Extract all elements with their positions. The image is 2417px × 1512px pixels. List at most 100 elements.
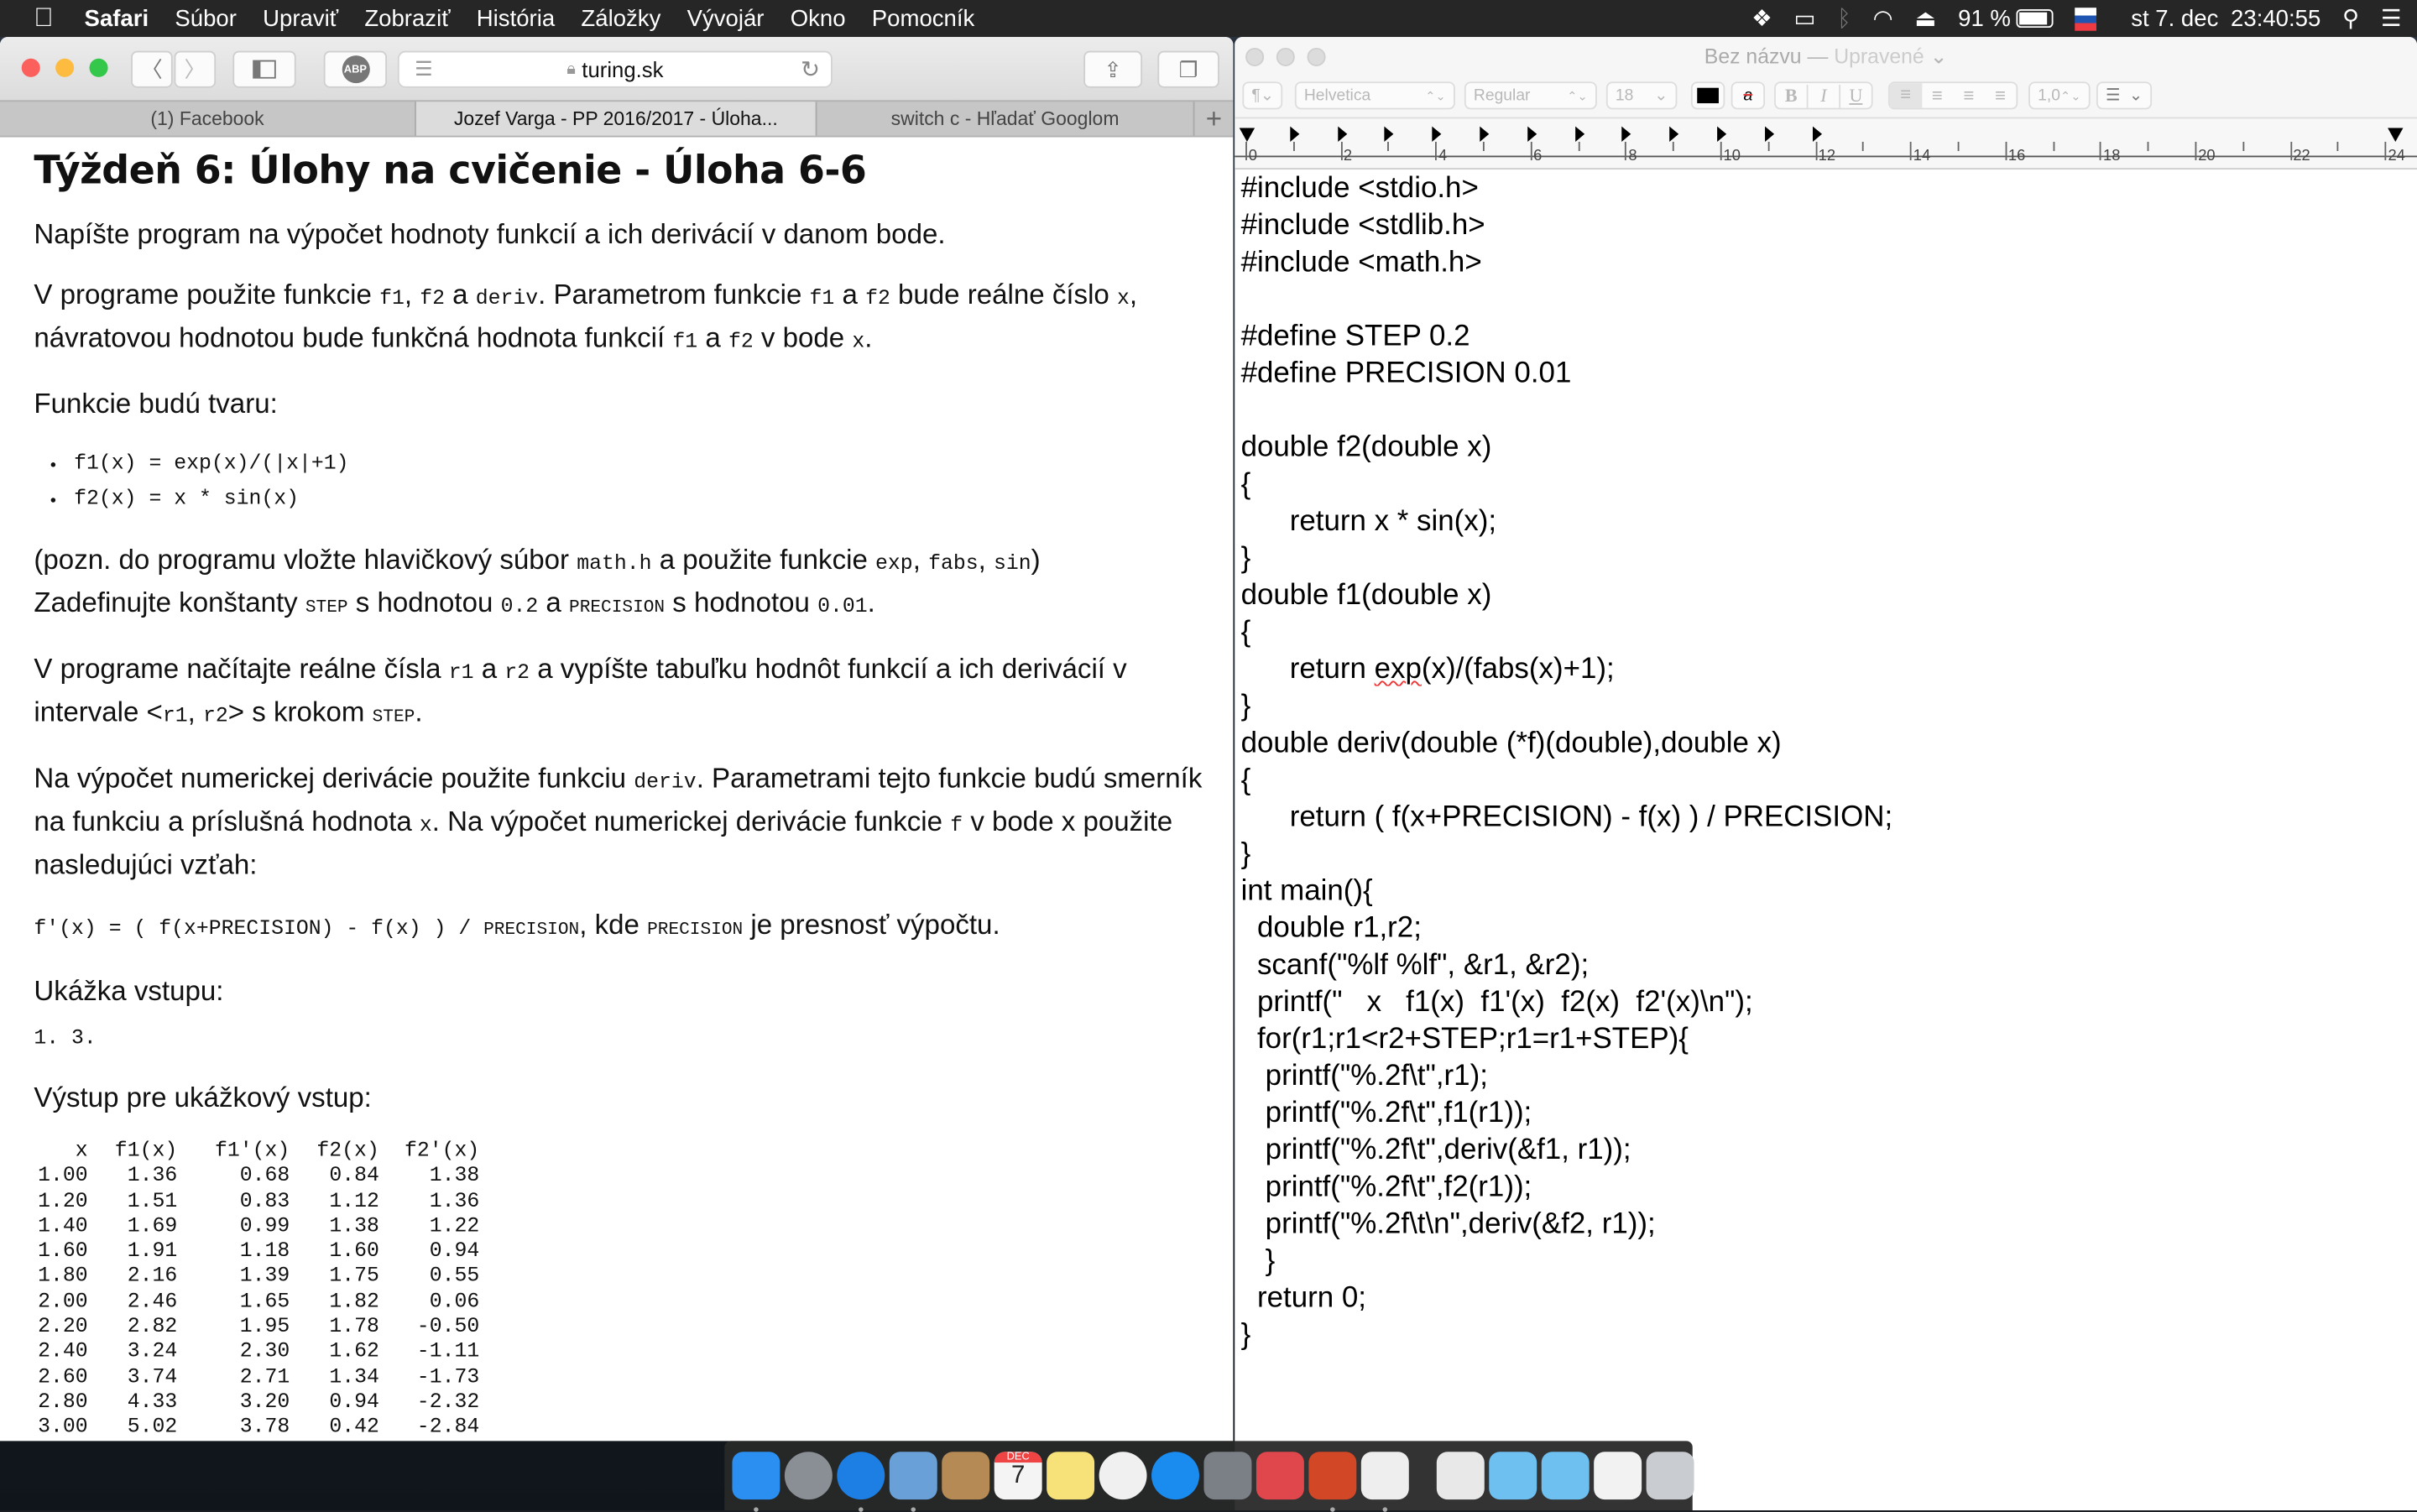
menu-item[interactable]: Upraviť bbox=[263, 5, 338, 31]
dock-safari[interactable] bbox=[837, 1452, 885, 1512]
tab-stop-marker[interactable] bbox=[1480, 126, 1490, 142]
menu-item[interactable]: Okno bbox=[791, 5, 846, 31]
font-style-select[interactable]: Regular ⌃⌄ bbox=[1464, 81, 1597, 110]
ruler-number: 20 bbox=[2198, 148, 2216, 165]
dropbox-icon[interactable]: ❖ bbox=[1751, 5, 1772, 33]
dock-document[interactable] bbox=[1436, 1452, 1485, 1500]
close-button[interactable] bbox=[21, 58, 40, 77]
tab-stop-marker[interactable] bbox=[1289, 126, 1299, 142]
airplay-icon[interactable]: ⏏ bbox=[1914, 5, 1936, 33]
menu-item[interactable]: Súbor bbox=[175, 5, 237, 31]
table-cell: 1.80 bbox=[38, 1265, 88, 1290]
wifi-icon[interactable]: ◠ bbox=[1873, 5, 1893, 33]
back-button[interactable]: 〈 bbox=[131, 50, 173, 88]
document-title[interactable]: Bez názvu bbox=[1704, 44, 1802, 68]
chevron-down-icon[interactable]: ⌄ bbox=[1930, 44, 1948, 68]
zoom-button[interactable] bbox=[89, 58, 108, 77]
new-tab-button[interactable]: + bbox=[1194, 102, 1233, 135]
ruler[interactable]: 0 2 4 6 8 10 12 14 16 18 20 22 24 bbox=[1235, 118, 2417, 170]
dock-trash[interactable] bbox=[1646, 1452, 1694, 1500]
address-bar[interactable]: ☰ 🔒︎ turing.sk ↻ bbox=[397, 50, 833, 88]
tab-stop-marker[interactable] bbox=[1574, 126, 1584, 142]
dock-launchpad[interactable] bbox=[784, 1452, 833, 1500]
slovak-flag-icon[interactable] bbox=[2075, 7, 2097, 30]
dock-autocad[interactable] bbox=[1255, 1452, 1304, 1500]
dock-notes[interactable] bbox=[1047, 1452, 1095, 1500]
italic-button[interactable]: I bbox=[1806, 84, 1840, 107]
align-center-icon[interactable]: ≡ bbox=[1921, 85, 1953, 107]
right-margin-marker[interactable] bbox=[2388, 128, 2404, 142]
clock-date[interactable]: st 7. dec bbox=[2131, 5, 2218, 31]
tab-label: Jozef Varga - PP 2016/2017 - Úloha... bbox=[453, 107, 778, 130]
font-size-select[interactable]: 18 ⌄ bbox=[1605, 81, 1678, 110]
forward-button[interactable]: 〉 bbox=[174, 50, 217, 88]
dock-finder[interactable] bbox=[732, 1452, 780, 1512]
tab-stop-marker[interactable] bbox=[1717, 126, 1727, 142]
dock-contacts[interactable] bbox=[942, 1452, 990, 1500]
paragraph-style-select[interactable]: ¶ ⌄ bbox=[1242, 81, 1283, 110]
tab-stop-marker[interactable] bbox=[1764, 126, 1774, 142]
menu-item[interactable]: História bbox=[477, 5, 555, 31]
menu-item[interactable]: Záložky bbox=[581, 5, 660, 31]
battery-status[interactable]: 91 % bbox=[1958, 5, 2054, 32]
bold-button[interactable]: B bbox=[1776, 84, 1807, 107]
tab-facebook[interactable]: (1) Facebook bbox=[0, 102, 416, 136]
dock-folder[interactable] bbox=[1489, 1452, 1537, 1500]
dock-system-preferences[interactable] bbox=[1203, 1452, 1252, 1500]
minimize-button[interactable] bbox=[1276, 47, 1295, 66]
apple-menu-icon[interactable]:  bbox=[34, 3, 53, 34]
spotlight-icon[interactable]: ⚲ bbox=[2342, 5, 2359, 33]
dock-mail[interactable] bbox=[889, 1452, 937, 1512]
clock-time[interactable]: 23:40:55 bbox=[2231, 5, 2320, 31]
tab-stop-marker[interactable] bbox=[1812, 126, 1822, 142]
dock-presentation[interactable] bbox=[1594, 1452, 1642, 1500]
document-status[interactable]: Upravené bbox=[1834, 44, 1924, 68]
document-text[interactable]: #include <stdio.h> #include <stdlib.h> #in… bbox=[1241, 171, 1893, 1355]
tab-stop-marker[interactable] bbox=[1337, 126, 1347, 142]
reader-icon[interactable]: ☰ bbox=[415, 57, 432, 81]
close-button[interactable] bbox=[1245, 47, 1265, 66]
list-style-select[interactable]: ☰ ⌄ bbox=[2096, 81, 2153, 110]
ruler-tick bbox=[1910, 141, 1912, 161]
align-right-icon[interactable]: ≡ bbox=[1953, 85, 1985, 107]
tab-stop-marker[interactable] bbox=[1527, 126, 1537, 142]
menu-item[interactable]: Zobraziť bbox=[364, 5, 450, 31]
tab-stop-marker[interactable] bbox=[1669, 126, 1679, 142]
dock-textedit[interactable] bbox=[1360, 1452, 1409, 1512]
dock-powerpoint[interactable] bbox=[1308, 1452, 1357, 1512]
tab-stop-marker[interactable] bbox=[1432, 126, 1442, 142]
tabs-icon: ❐ bbox=[1178, 56, 1198, 81]
highlight-color-well[interactable]: a bbox=[1731, 81, 1766, 110]
menu-app-safari[interactable]: Safari bbox=[85, 5, 149, 31]
dock-photos[interactable] bbox=[1099, 1452, 1147, 1500]
align-justify-icon[interactable]: ≡ bbox=[1985, 85, 2017, 107]
text-line: double f1(double x) bbox=[1240, 579, 1492, 613]
align-left-icon[interactable]: ≡ bbox=[1889, 83, 1922, 108]
left-indent-marker[interactable] bbox=[1239, 128, 1255, 142]
tab-overview-button[interactable]: ❐ bbox=[1157, 50, 1219, 88]
dock-folder[interactable] bbox=[1541, 1452, 1590, 1500]
menu-item[interactable]: Vývojár bbox=[687, 5, 765, 31]
font-family-select[interactable]: Helvetica ⌃⌄ bbox=[1294, 81, 1455, 110]
dock-app-store[interactable] bbox=[1151, 1452, 1199, 1500]
underline-button[interactable]: U bbox=[1839, 84, 1871, 107]
tab-stop-marker[interactable] bbox=[1385, 126, 1395, 142]
menu-item[interactable]: Pomocník bbox=[872, 5, 975, 31]
calendar-month: DEC bbox=[994, 1452, 1042, 1463]
display-icon[interactable]: ▭ bbox=[1794, 5, 1816, 33]
reload-icon[interactable]: ↻ bbox=[801, 55, 820, 83]
bluetooth-icon[interactable]: ᛒ bbox=[1837, 5, 1851, 31]
share-button[interactable]: ⇪ bbox=[1083, 50, 1143, 88]
list-item: f2(x) = x * sin(x) bbox=[70, 482, 1220, 518]
sidebar-button[interactable] bbox=[232, 50, 296, 88]
line-spacing-select[interactable]: 1,0 ⌃⌄ bbox=[2028, 81, 2091, 110]
zoom-button[interactable] bbox=[1307, 47, 1326, 66]
dock-calendar[interactable]: DEC 7 bbox=[994, 1452, 1042, 1500]
minimize-button[interactable] bbox=[55, 58, 75, 77]
text-color-well[interactable] bbox=[1690, 81, 1725, 110]
adblock-button[interactable]: ABP bbox=[323, 50, 388, 88]
tab-uloha[interactable]: Jozef Varga - PP 2016/2017 - Úloha... bbox=[415, 102, 817, 136]
tab-stop-marker[interactable] bbox=[1621, 126, 1631, 142]
notification-center-icon[interactable]: ☰ bbox=[2381, 5, 2402, 33]
tab-google-search[interactable]: switch c - Hľadať Googlom bbox=[817, 102, 1195, 136]
